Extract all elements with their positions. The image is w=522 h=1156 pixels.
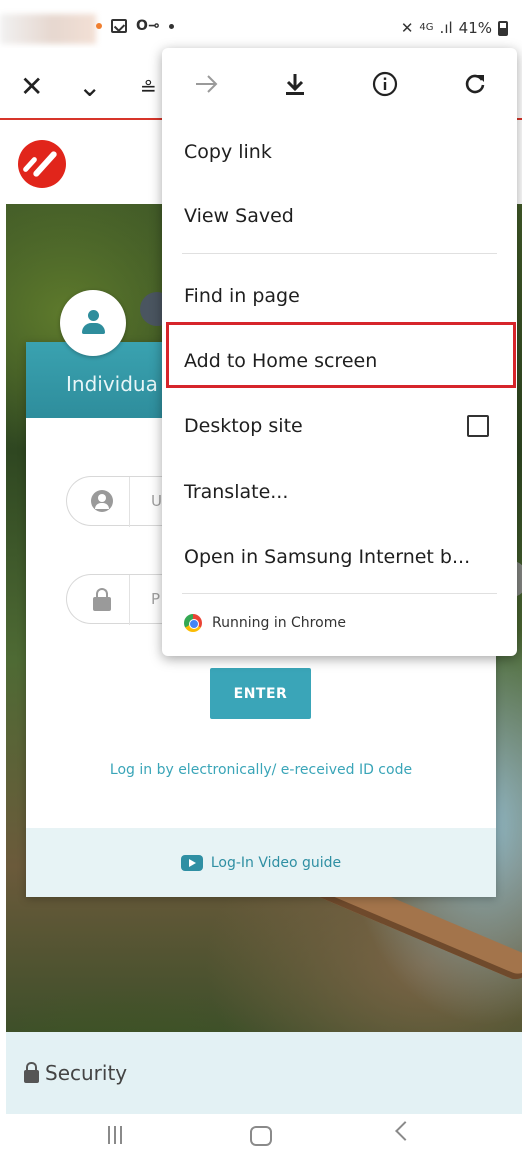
menu-item-open-in-samsung[interactable]: Open in Samsung Internet b... bbox=[162, 525, 517, 589]
lock-icon bbox=[93, 588, 111, 611]
menu-item-label: View Saved bbox=[184, 205, 294, 227]
menu-item-label: Copy link bbox=[184, 141, 272, 163]
browser-overflow-menu: Copy link View Saved Find in page Add to… bbox=[162, 48, 517, 656]
individual-user-icon[interactable] bbox=[60, 290, 126, 356]
running-in-chrome-row: Running in Chrome bbox=[184, 614, 346, 632]
tab-individual-label[interactable]: Individua bbox=[66, 372, 158, 396]
menu-item-label: Find in page bbox=[184, 285, 300, 307]
signal-icon: .ıl bbox=[439, 19, 453, 37]
menu-item-view-saved[interactable]: View Saved bbox=[162, 184, 517, 248]
menu-item-label: Open in Samsung Internet b... bbox=[184, 546, 471, 568]
menu-divider bbox=[182, 593, 497, 594]
menu-item-translate[interactable]: Translate... bbox=[162, 460, 517, 524]
forward-icon[interactable] bbox=[177, 48, 237, 120]
password-placeholder: P bbox=[151, 590, 161, 608]
security-footer[interactable]: Security bbox=[6, 1032, 522, 1114]
status-icons-left: O⊸ bbox=[96, 18, 174, 34]
username-placeholder: U bbox=[151, 492, 162, 510]
alt-login-link[interactable]: Log in by electronically/ e-received ID … bbox=[26, 762, 496, 778]
enter-button[interactable]: ENTER bbox=[210, 668, 311, 719]
info-icon[interactable] bbox=[355, 48, 415, 120]
menu-item-find-in-page[interactable]: Find in page bbox=[162, 264, 517, 328]
status-icons-right: ✕ 4G .ıl 41% bbox=[401, 19, 508, 37]
battery-icon bbox=[498, 20, 508, 36]
menu-item-label: Translate... bbox=[184, 481, 289, 503]
bank-logo bbox=[18, 140, 66, 188]
menu-item-desktop-site[interactable]: Desktop site bbox=[162, 394, 517, 458]
lock-icon bbox=[24, 1061, 39, 1083]
chevron-down-icon[interactable]: ⌄ bbox=[78, 70, 101, 103]
refresh-icon[interactable] bbox=[445, 48, 505, 120]
key-icon: O⊸ bbox=[136, 18, 160, 34]
mute-icon: ✕ bbox=[400, 19, 414, 37]
more-notifications-dot-icon bbox=[168, 23, 174, 29]
menu-item-label: Desktop site bbox=[184, 415, 303, 437]
menu-item-label: Add to Home screen bbox=[184, 350, 378, 372]
status-bar: O⊸ ✕ 4G .ıl 41% bbox=[0, 0, 522, 48]
video-guide-label: Log-In Video guide bbox=[210, 854, 342, 871]
video-play-icon bbox=[180, 854, 203, 871]
battery-percent: 41% bbox=[458, 19, 492, 37]
user-icon bbox=[91, 490, 113, 512]
recent-apps-button[interactable] bbox=[108, 1126, 122, 1144]
menu-divider bbox=[182, 253, 497, 254]
download-icon[interactable] bbox=[265, 48, 325, 120]
menu-item-copy-link[interactable]: Copy link bbox=[162, 120, 517, 184]
menu-item-add-to-home-screen[interactable]: Add to Home screen bbox=[162, 329, 517, 393]
back-button[interactable] bbox=[395, 1121, 415, 1141]
running-in-chrome-label: Running in Chrome bbox=[212, 615, 346, 631]
system-nav-bar bbox=[0, 1114, 522, 1156]
home-button[interactable] bbox=[250, 1126, 272, 1146]
page-settings-icon[interactable]: ≗ bbox=[140, 76, 157, 100]
checkbox-notification-icon bbox=[111, 19, 127, 33]
notification-dot-icon bbox=[96, 23, 102, 29]
desktop-site-checkbox[interactable] bbox=[467, 415, 489, 437]
close-icon[interactable]: ✕ bbox=[20, 70, 43, 103]
video-guide-link[interactable]: Log-In Video guide bbox=[26, 828, 496, 897]
blurred-notification-area bbox=[0, 14, 96, 44]
lte-icon: 4G bbox=[419, 22, 434, 33]
chrome-icon bbox=[184, 614, 202, 632]
menu-icon-row bbox=[162, 48, 517, 120]
security-label: Security bbox=[45, 1061, 128, 1085]
